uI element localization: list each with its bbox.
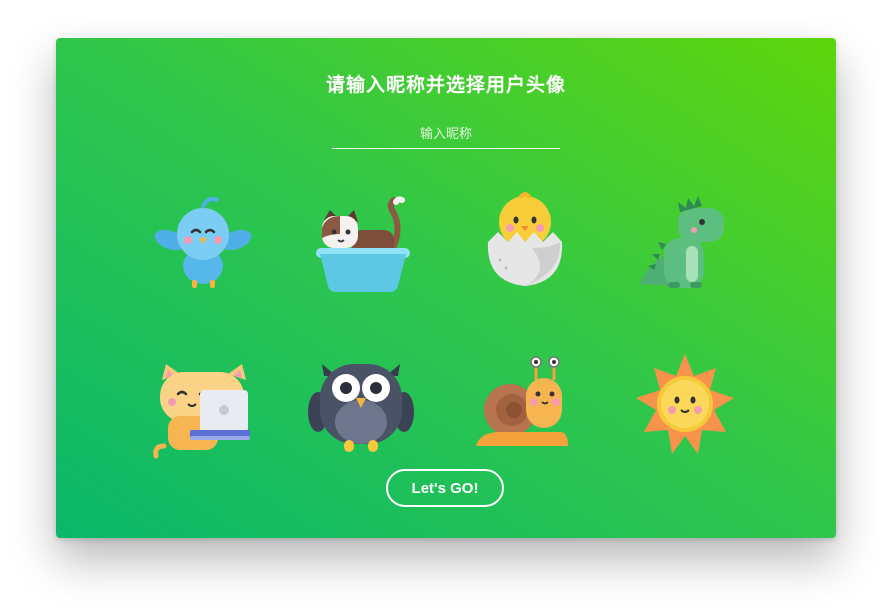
avatar-option-dinosaur[interactable] xyxy=(630,188,740,298)
cat-with-laptop-icon xyxy=(153,364,250,459)
bird-icon xyxy=(154,196,252,288)
nickname-input[interactable] xyxy=(332,120,560,149)
dinosaur-icon xyxy=(640,196,724,288)
dialog-title: 请输入昵称并选择用户头像 xyxy=(325,74,566,96)
avatar-option-sun[interactable] xyxy=(630,350,740,460)
avatar-picker-dialog: 请输入昵称并选择用户头像 输入昵称 Let's GO! xyxy=(56,38,836,538)
avatar-option-cat-laptop[interactable] xyxy=(148,350,258,460)
avatar-option-snail[interactable] xyxy=(470,350,580,460)
cat-in-bathtub-icon xyxy=(316,196,410,292)
sun-icon xyxy=(636,354,734,454)
owl-icon xyxy=(308,364,414,452)
avatar-option-bird[interactable] xyxy=(148,188,258,298)
hatching-chick-icon xyxy=(487,192,563,286)
avatar-option-owl[interactable] xyxy=(306,350,416,460)
avatar-option-cat-bathtub[interactable] xyxy=(306,188,416,298)
lets-go-button[interactable]: Let's GO! xyxy=(386,469,504,507)
avatar-option-chick[interactable] xyxy=(470,188,580,298)
snail-icon xyxy=(476,356,568,446)
